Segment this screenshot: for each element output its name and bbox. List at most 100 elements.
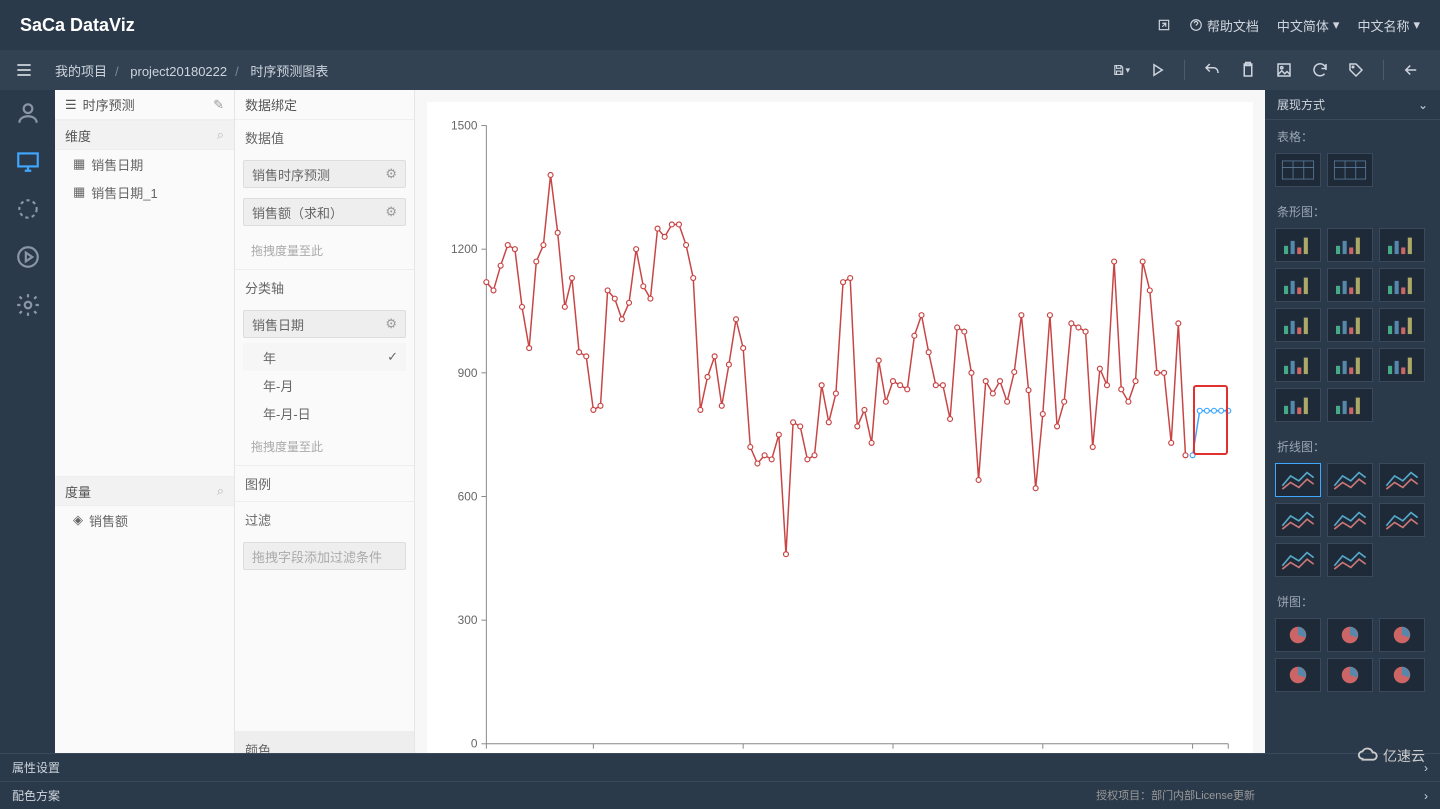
chart-type-thumb[interactable] [1327, 348, 1373, 382]
value-drop[interactable]: 拖拽度量至此 [243, 236, 406, 264]
rail-loading-icon[interactable] [15, 196, 41, 222]
chart-type-thumb[interactable] [1379, 503, 1425, 537]
crumb-2[interactable]: project20180222 [130, 64, 227, 79]
toolbar: ▾ [1112, 60, 1440, 80]
filter-label: 过滤 [235, 501, 414, 537]
measure-icon: ◈ [73, 512, 83, 528]
chart-type-thumb[interactable] [1327, 503, 1373, 537]
svg-text:1200: 1200 [451, 242, 478, 256]
gear-icon[interactable]: ⚙ [385, 316, 397, 332]
chart-type-thumb[interactable] [1327, 658, 1373, 692]
chart-type-thumb[interactable] [1275, 388, 1321, 422]
left-icon-rail [0, 90, 55, 809]
dim-field-1[interactable]: ▦销售日期 [55, 150, 234, 178]
chart-type-thumb[interactable] [1327, 308, 1373, 342]
chart-type-thumb[interactable] [1327, 463, 1373, 497]
chart-type-thumb[interactable] [1275, 463, 1321, 497]
edit-icon[interactable]: ✎ [213, 97, 224, 113]
undo-icon[interactable] [1203, 61, 1221, 79]
chart-type-thumb[interactable] [1275, 348, 1321, 382]
calendar-icon: ▦ [73, 156, 85, 172]
gear-icon[interactable]: ⚙ [385, 204, 397, 220]
chart-type-thumb[interactable] [1327, 618, 1373, 652]
date-opt-year[interactable]: 年✓ [243, 343, 406, 371]
chart-type-thumb[interactable] [1275, 543, 1321, 577]
play-icon[interactable] [1148, 61, 1166, 79]
breadcrumb: 我的项目/ project20180222/ 时序预测图表 [55, 61, 328, 80]
display-header[interactable]: 展现方式⌄ [1265, 90, 1440, 120]
chart-type-thumb[interactable] [1379, 658, 1425, 692]
chart-type-thumb[interactable] [1275, 268, 1321, 302]
chart-area: 0300600900120015001871188619071928194919… [415, 90, 1265, 809]
chart-type-thumb[interactable] [1379, 268, 1425, 302]
rail-settings-icon[interactable] [15, 292, 41, 318]
chart-type-thumb[interactable] [1275, 503, 1321, 537]
rail-monitor-icon[interactable] [15, 148, 41, 174]
dim-field-2[interactable]: ▦销售日期_1 [55, 178, 234, 206]
filter-drop[interactable]: 拖拽字段添加过滤条件 [243, 542, 406, 570]
svg-text:1500: 1500 [451, 118, 478, 132]
binding-panel: 数据绑定 数据值 销售时序预测⚙ 销售额（求和）⚙ 拖拽度量至此 分类轴 销售日… [235, 90, 415, 809]
line-label: 折线图： [1265, 430, 1440, 463]
name-lang-select[interactable]: 中文名称▾ [1357, 16, 1420, 35]
chart-type-thumb[interactable] [1275, 153, 1321, 187]
axis-pill[interactable]: 销售日期⚙ [243, 310, 406, 338]
chart-type-thumb[interactable] [1379, 228, 1425, 262]
rail-user-icon[interactable] [15, 100, 41, 126]
axis-label: 分类轴 [235, 269, 414, 305]
chart-type-thumb[interactable] [1275, 228, 1321, 262]
color-scheme[interactable]: 配色方案› [1265, 781, 1440, 809]
chart-type-thumb[interactable] [1275, 658, 1321, 692]
date-opt-ymd[interactable]: 年-月-日 [243, 399, 406, 427]
panel1-title: 时序预测 [83, 95, 135, 114]
value-pill-1[interactable]: 销售时序预测⚙ [243, 160, 406, 188]
license-text: 授权项目：部门内部License更新 [1096, 787, 1255, 803]
chevron-down-icon: ⌄ [1418, 98, 1428, 112]
lang-select[interactable]: 中文简体▾ [1277, 16, 1340, 35]
svg-text:0: 0 [471, 737, 478, 751]
db-icon: ☰ [65, 97, 77, 113]
date-opt-ym[interactable]: 年-月 [243, 371, 406, 399]
panel1-header: ☰ 时序预测 ✎ [55, 90, 234, 120]
chart-type-thumb[interactable] [1327, 543, 1373, 577]
chart-type-thumb[interactable] [1379, 618, 1425, 652]
table-label: 表格： [1265, 120, 1440, 153]
chart-type-thumb[interactable] [1275, 308, 1321, 342]
watermark: 亿速云 [1357, 745, 1425, 767]
svg-text:300: 300 [458, 613, 478, 627]
export-icon[interactable] [1157, 18, 1171, 32]
forecast-highlight [1193, 385, 1229, 456]
chart-type-thumb[interactable] [1379, 463, 1425, 497]
clipboard-icon[interactable] [1239, 61, 1257, 79]
chart-type-thumb[interactable] [1275, 618, 1321, 652]
menu-toggle-icon[interactable] [14, 60, 34, 85]
bar-label: 条形图： [1265, 195, 1440, 228]
search-icon[interactable]: ⌕ [217, 127, 224, 143]
chart-type-thumb[interactable] [1379, 308, 1425, 342]
axis-drop[interactable]: 拖拽度量至此 [243, 432, 406, 460]
back-icon[interactable] [1402, 61, 1420, 79]
search-icon[interactable]: ⌕ [217, 483, 224, 499]
legend-label: 图例 [235, 465, 414, 501]
svg-text:900: 900 [458, 366, 478, 380]
tag-icon[interactable] [1347, 61, 1365, 79]
crumb-1[interactable]: 我的项目 [55, 64, 107, 79]
value-pill-2[interactable]: 销售额（求和）⚙ [243, 198, 406, 226]
brand-logo: SaCa DataViz [20, 15, 135, 36]
rail-play-icon[interactable] [15, 244, 41, 270]
refresh-icon[interactable] [1311, 61, 1329, 79]
help-link[interactable]: 帮助文档 [1189, 16, 1259, 35]
gear-icon[interactable]: ⚙ [385, 166, 397, 182]
sub-bar: 我的项目/ project20180222/ 时序预测图表 ▾ [0, 50, 1440, 90]
chart-type-thumb[interactable] [1327, 268, 1373, 302]
meas-field-1[interactable]: ◈销售额 [55, 506, 234, 534]
crumb-3: 时序预测图表 [250, 64, 328, 79]
save-icon[interactable]: ▾ [1112, 61, 1130, 79]
chart-type-thumb[interactable] [1327, 388, 1373, 422]
chart-type-thumb[interactable] [1327, 228, 1373, 262]
dim-section: 维度⌕ [55, 120, 234, 150]
image-icon[interactable] [1275, 61, 1293, 79]
chart-type-thumb[interactable] [1327, 153, 1373, 187]
chart-type-thumb[interactable] [1379, 348, 1425, 382]
fields-panel: ☰ 时序预测 ✎ 维度⌕ ▦销售日期 ▦销售日期_1 度量⌕ ◈销售额 [55, 90, 235, 809]
